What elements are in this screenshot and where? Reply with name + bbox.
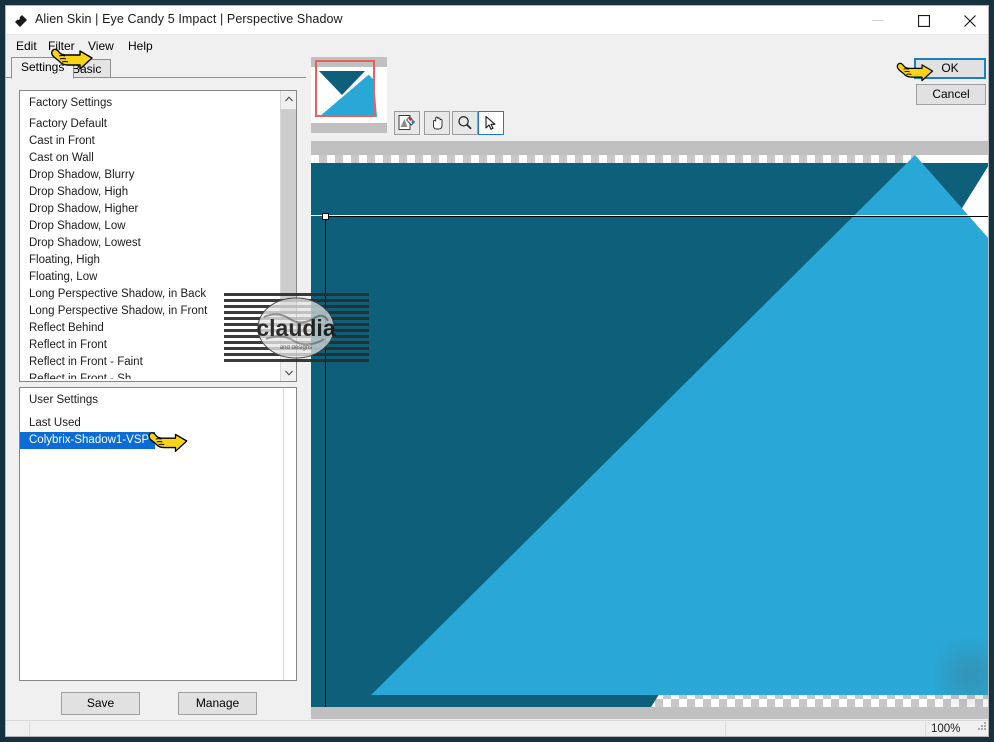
status-cell-message — [30, 721, 726, 736]
list-item[interactable]: Drop Shadow, High — [20, 184, 280, 201]
user-settings-header: User Settings — [29, 394, 99, 406]
menu-item-edit[interactable]: Edit — [12, 37, 41, 55]
scroll-up-arrow-icon[interactable] — [281, 91, 296, 107]
list-item[interactable]: Colybrix-Shadow1-VSP — [20, 432, 156, 449]
resize-grip-icon[interactable] — [975, 719, 988, 736]
selection-vertical-line — [325, 216, 326, 707]
zoom-level-indicator: 100% — [931, 723, 961, 735]
window-title: Alien Skin | Eye Candy 5 Impact | Perspe… — [35, 12, 343, 26]
app-diamond-icon — [13, 13, 29, 29]
svg-text:and designs: and designs — [280, 345, 312, 351]
preview-viewport[interactable] — [311, 141, 988, 719]
hand-pan-icon[interactable] — [424, 111, 450, 135]
menu-item-view[interactable]: View — [84, 37, 118, 55]
list-item[interactable]: Drop Shadow, Lowest — [20, 235, 280, 252]
user-settings-list: User Settings Last Used Colybrix-Shadow1-V… — [20, 392, 278, 449]
list-item[interactable]: Floating, Low — [20, 269, 280, 286]
save-button[interactable]: Save — [61, 692, 140, 715]
user-settings-listbox[interactable]: User Settings Last Used Colybrix-Shadow1-V… — [19, 387, 297, 681]
list-item[interactable]: Cast on Wall — [20, 150, 280, 167]
user-settings-divider — [283, 388, 284, 680]
manage-button[interactable]: Manage — [178, 692, 257, 715]
zoom-magnifier-icon[interactable] — [452, 111, 478, 135]
list-item[interactable]: Drop Shadow, Blurry — [20, 167, 280, 184]
arrow-select-icon[interactable] — [478, 111, 504, 135]
list-item[interactable]: Drop Shadow, Low — [20, 218, 280, 235]
ok-button[interactable]: OK — [914, 58, 986, 79]
tab-strip: Settings Basic — [6, 57, 306, 79]
preview-canvas[interactable] — [311, 155, 988, 707]
tab-settings[interactable]: Settings — [11, 57, 75, 79]
status-cell-info — [726, 721, 926, 736]
list-item[interactable]: Factory Default — [20, 116, 280, 133]
list-item[interactable]: Reflect in Front - Sh — [20, 371, 280, 379]
watermark-text: claudia — [256, 315, 335, 341]
status-bar: 100% — [6, 719, 988, 736]
list-item[interactable]: Floating, High — [20, 252, 280, 269]
menu-bar: Edit Filter View Help — [6, 35, 988, 57]
application-window: Alien Skin | Eye Candy 5 Impact | Perspe… — [5, 5, 989, 737]
viewport-top-bar — [311, 141, 988, 155]
cancel-button[interactable]: Cancel — [916, 84, 986, 105]
preview-panel: Preview Background: None — [306, 57, 988, 719]
menu-item-filter[interactable]: Filter — [44, 37, 79, 55]
scrollbar-thumb[interactable] — [281, 109, 296, 313]
title-bar: Alien Skin | Eye Candy 5 Impact | Perspe… — [6, 6, 988, 35]
minimize-button[interactable] — [855, 6, 901, 35]
canvas-artwork — [311, 155, 988, 707]
list-item[interactable]: Drop Shadow, Higher — [20, 201, 280, 218]
navigator-selection-rect[interactable] — [315, 60, 375, 117]
settings-panel: Settings Basic Factory Settings Factory D… — [6, 57, 306, 719]
list-item[interactable]: Cast in Front — [20, 133, 280, 150]
viewport-bottom-bar — [311, 707, 988, 719]
factory-settings-header: Factory Settings — [29, 97, 113, 109]
status-cell-left — [6, 721, 30, 736]
close-button[interactable] — [947, 6, 988, 35]
selection-handle[interactable] — [322, 213, 329, 220]
menu-item-help[interactable]: Help — [124, 37, 157, 55]
maximize-button[interactable] — [901, 6, 947, 35]
claudia-watermark: claudia and designs — [224, 291, 369, 365]
scroll-down-arrow-icon[interactable] — [281, 365, 296, 381]
preview-navigator[interactable] — [311, 57, 387, 133]
preview-refresh-icon[interactable] — [394, 111, 420, 135]
selection-horizontal-line — [326, 216, 988, 217]
